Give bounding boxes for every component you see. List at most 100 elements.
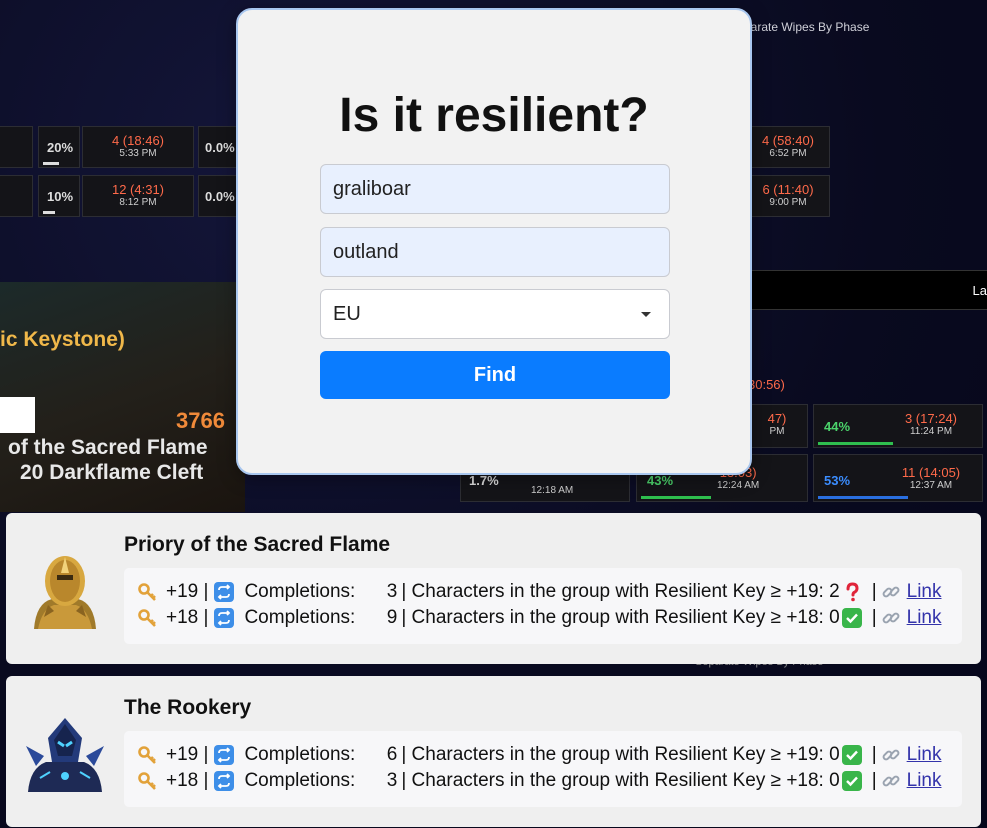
bg-pct: 0.0% <box>205 189 235 204</box>
check-mark-icon <box>841 771 862 791</box>
character-name-input[interactable] <box>320 164 670 214</box>
repeat-icon <box>214 582 235 602</box>
bg-stat-main: 11 (14:05) <box>901 465 961 480</box>
link-icon <box>882 775 900 787</box>
bg-stat-main: 6 (11:40) <box>762 182 814 197</box>
bg-pct: 1.7% <box>469 473 499 488</box>
bg-stat-main: 4 (58:40) <box>761 133 815 148</box>
bg-cell: 20% <box>38 126 80 168</box>
bg-stat-main: 3 (17:24) <box>904 411 958 426</box>
repeat-icon <box>214 771 235 791</box>
check-mark-icon <box>841 608 862 628</box>
key-icon <box>138 609 156 627</box>
bg-bar <box>43 211 55 214</box>
chevron-down-icon <box>641 312 651 317</box>
result-rows: +19 | Completions: 3 | Characters in the… <box>124 568 962 644</box>
bg-dungeon-line: 20 Darkflame Cleft <box>20 461 204 484</box>
bg-bar <box>43 162 59 165</box>
key-level: +19 | <box>166 581 209 602</box>
result-row: +19 | Completions: 3 | Characters in the… <box>138 579 962 605</box>
characters-text: | Characters in the group with Resilient… <box>401 607 840 628</box>
page-title: Is it resilient? <box>339 89 649 142</box>
characters-text: | Characters in the group with Resilient… <box>401 770 840 791</box>
region-select-value: EU <box>333 303 361 325</box>
completions-count: 3 <box>386 581 398 602</box>
separator: | <box>871 607 877 628</box>
completions-label: Completions: <box>244 744 356 765</box>
completions-label: Completions: <box>244 581 356 602</box>
characters-text: | Characters in the group with Resilient… <box>401 581 840 602</box>
check-mark-icon <box>841 745 862 765</box>
repeat-icon <box>214 608 235 628</box>
bg-stat-sub: 9:00 PM <box>769 197 807 208</box>
key-level: +19 | <box>166 744 209 765</box>
run-link[interactable]: Link <box>907 607 942 629</box>
bg-keystone-banner: ic Keystone) 3766 of the Sacred Flame 20… <box>0 282 245 512</box>
bg-stat-main: 30:56) <box>748 377 785 392</box>
find-button[interactable]: Find <box>320 351 670 399</box>
run-link[interactable]: Link <box>907 744 942 766</box>
realm-input[interactable] <box>320 227 670 277</box>
bg-stat-sub: 6:52 PM <box>769 148 807 159</box>
bg-cell: 47) PM <box>746 404 808 448</box>
bg-pct: 20% <box>47 140 74 155</box>
key-icon <box>138 746 156 764</box>
key-level: +18 | <box>166 770 209 791</box>
bg-score: 3766 <box>176 408 225 433</box>
completions-count: 3 <box>386 770 398 791</box>
run-link[interactable]: Link <box>907 770 942 792</box>
dungeon-name: Priory of the Sacred Flame <box>124 533 391 556</box>
bg-white-box <box>0 397 35 433</box>
bg-cell <box>0 175 33 217</box>
bg-bar <box>818 496 908 499</box>
region-select[interactable]: EU <box>320 289 670 339</box>
bg-stat-sub: 12:37 AM <box>909 480 953 491</box>
bg-cell: 0.0% <box>198 126 238 168</box>
link-icon <box>882 612 900 624</box>
repeat-icon <box>214 745 235 765</box>
bg-bar <box>818 442 893 445</box>
bg-pct: 0.0% <box>205 140 235 155</box>
character-avatar-icon <box>24 716 106 792</box>
bg-stat-sub: 12:18 AM <box>531 485 574 496</box>
key-level: +18 | <box>166 607 209 628</box>
question-mark-icon <box>846 582 859 602</box>
bg-pct: 10% <box>47 189 74 204</box>
bg-stat-sub: 5:33 PM <box>119 148 157 159</box>
character-avatar-icon <box>24 553 106 629</box>
bg-cell: 53% 11 (14:05) 12:37 AM <box>813 454 983 502</box>
search-modal: Is it resilient? EU Find <box>236 8 752 475</box>
bg-dungeon-line: of the Sacred Flame <box>8 436 208 459</box>
result-card: Priory of the Sacred Flame +19 | Complet… <box>6 513 981 664</box>
bg-cell: 4 (58:40) 6:52 PM <box>746 126 830 168</box>
completions-count: 9 <box>386 607 398 628</box>
bg-stat-sub: 11:24 PM <box>909 426 953 437</box>
bg-stat-sub: PM <box>769 426 785 437</box>
bg-cell: 44% 3 (17:24) 11:24 PM <box>813 404 983 448</box>
bg-stat-main: 4 (18:46) <box>111 133 165 148</box>
bg-stat-main: 47) <box>767 411 787 426</box>
bg-strip-text: La <box>972 283 987 298</box>
result-rows: +19 | Completions: 6 | Characters in the… <box>124 731 962 807</box>
bg-stat-sub: 12:24 AM <box>717 480 760 491</box>
completions-label: Completions: <box>244 770 356 791</box>
bg-pct: 53% <box>824 473 851 488</box>
result-card: The Rookery +19 | Completions: 6 | Chara… <box>6 676 981 827</box>
bg-pct: 44% <box>824 419 851 434</box>
bg-cell <box>0 126 33 168</box>
separator: | <box>871 581 877 602</box>
bg-bar <box>641 496 711 499</box>
completions-count: 6 <box>386 744 398 765</box>
bg-cell: 0.0% <box>198 175 238 217</box>
bg-stat-main: 12 (4:31) <box>111 182 165 197</box>
link-icon <box>882 586 900 598</box>
separator: | <box>871 744 877 765</box>
bg-stat-sub: 8:12 PM <box>119 197 157 208</box>
characters-text: | Characters in the group with Resilient… <box>401 744 840 765</box>
result-row: +18 | Completions: 9 | Characters in the… <box>138 605 962 631</box>
run-link[interactable]: Link <box>907 581 942 603</box>
link-icon <box>882 749 900 761</box>
completions-label: Completions: <box>244 607 356 628</box>
bg-pct: 43% <box>647 473 674 488</box>
bg-cell: 4 (18:46) 5:33 PM <box>82 126 194 168</box>
